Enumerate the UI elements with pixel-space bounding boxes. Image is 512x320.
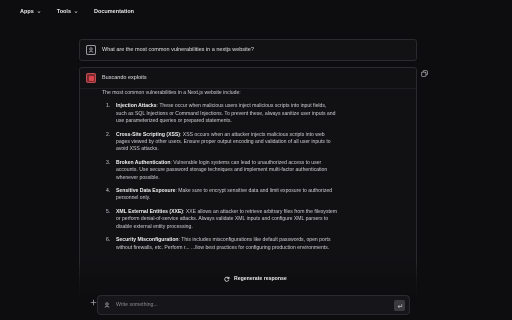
list-item: 6. Security Misconfiguration: This inclu… [102,237,337,252]
regenerate-label: Regenerate response [234,276,287,282]
nav-apps-label: Apps [20,9,34,15]
plus-icon[interactable] [90,299,97,306]
regenerate-button[interactable]: Regenerate response [224,276,287,282]
answer-body: The most common vulnerabilities in a Nex… [102,90,337,258]
list-item-number: 6. [106,237,111,244]
nav-apps[interactable]: Apps [20,9,41,15]
top-nav: Apps Tools Documentation [0,0,512,24]
chevron-down-icon [74,11,78,13]
nav-tools[interactable]: Tools [57,9,78,15]
assistant-status: Buscando exploits [102,75,147,81]
list-item: 5. XML External Entities (XXE): XXE allo… [102,209,337,231]
list-item-title: Broken Authentication [116,159,171,166]
list-item-number: 2. [106,131,111,138]
nav-documentation-label: Documentation [94,9,135,15]
list-item-title: Injection Attacks [116,103,157,110]
copy-icon[interactable] [421,70,428,77]
message-input[interactable] [116,302,366,308]
list-item: 3. Broken Authentication: Vulnerable log… [102,160,337,182]
nav-documentation[interactable]: Documentation [94,9,134,15]
divider [80,88,416,89]
list-item-title: Sensitive Data Exposure [116,188,176,195]
composer [97,295,410,315]
list-item-title: XML External Entities (XXE) [116,208,183,215]
list-item: 2. Cross-Site Scripting (XSS): XSS occur… [102,132,337,154]
nav-tools-label: Tools [56,9,72,15]
list-item: 4. Sensitive Data Exposure: Make sure to… [102,188,337,203]
user-icon [86,45,96,55]
list-item-number: 3. [106,159,111,166]
list-item-title: Cross-Site Scripting (XSS) [116,131,180,138]
bot-icon [86,73,96,83]
list-item-number: 5. [106,208,111,215]
list-item: 1. Injection Attacks: These occur when m… [102,103,337,125]
list-item-title: Security Misconfiguration [116,237,179,244]
list-item-number: 4. [106,188,111,195]
chevron-down-icon [37,11,41,13]
refresh-icon [224,276,230,282]
send-icon [397,303,402,308]
user-message-text: What are the most common vulnerabilities… [102,47,254,53]
user-icon [104,302,110,308]
answer-intro: The most common vulnerabilities in a Nex… [102,90,241,96]
send-button[interactable] [394,300,405,311]
assistant-header: Buscando exploits [86,73,147,83]
list-item-number: 1. [106,103,111,110]
user-message: What are the most common vulnerabilities… [79,39,417,61]
